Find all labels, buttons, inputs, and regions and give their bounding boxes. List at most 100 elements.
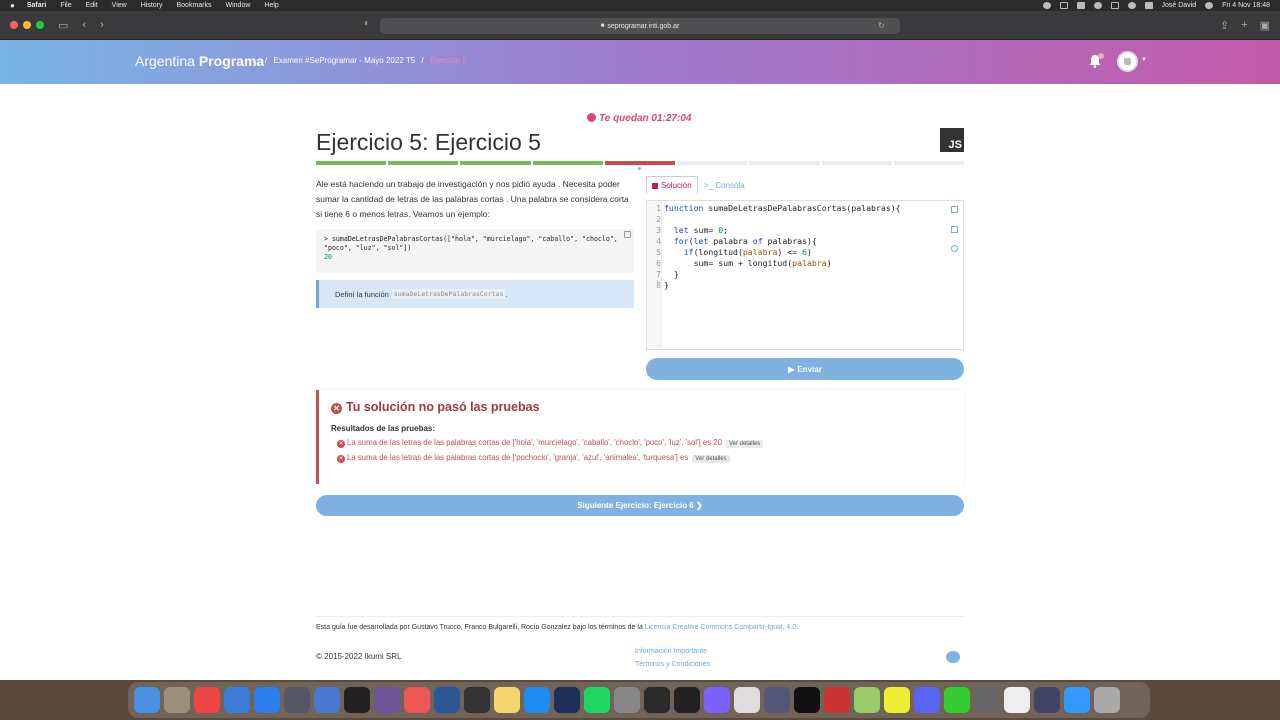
progress-segment[interactable] (821, 161, 892, 165)
dock-app-icon[interactable] (764, 687, 790, 713)
back-icon[interactable]: ‹ (82, 19, 86, 31)
send-button[interactable]: ▶ Enviar (646, 358, 964, 380)
privacy-shield-icon[interactable]: ◐ (364, 18, 370, 29)
dock-app-icon[interactable] (224, 687, 250, 713)
dock-app-icon[interactable] (434, 687, 460, 713)
dock-app-icon[interactable] (404, 687, 430, 713)
fullscreen-icon[interactable] (951, 206, 958, 213)
dock-app-icon[interactable] (914, 687, 940, 713)
dock-app-icon[interactable] (614, 687, 640, 713)
dock-app-icon[interactable] (884, 687, 910, 713)
site-brand[interactable]: Argentina Programa (135, 53, 264, 69)
dock-app-icon[interactable] (974, 687, 1000, 713)
dock-app-icon[interactable] (554, 687, 580, 713)
dock-app-icon[interactable] (464, 687, 490, 713)
wifi-icon[interactable] (1127, 2, 1136, 9)
siri-icon[interactable] (1205, 2, 1214, 9)
tab-console[interactable]: >_ Consola (704, 181, 745, 190)
dock-app-icon[interactable] (794, 687, 820, 713)
sidebar-icon[interactable]: ▭ (58, 19, 68, 32)
dock-app-icon[interactable] (1064, 687, 1090, 713)
details-button[interactable]: Ver detalles (725, 440, 764, 448)
copy-icon[interactable] (624, 231, 631, 238)
dock-app-icon[interactable] (644, 687, 670, 713)
link-info[interactable]: Información Importante (635, 645, 710, 658)
tab-overview-icon[interactable]: ▣ (1260, 19, 1270, 32)
menubar-user[interactable]: José David (1162, 2, 1197, 9)
progress-segment[interactable] (677, 161, 748, 165)
brand-light: Argentina (135, 53, 199, 69)
dock-app-icon[interactable] (1034, 687, 1060, 713)
menu-history[interactable]: History (141, 2, 163, 9)
dock-app-icon[interactable] (854, 687, 880, 713)
share-icon[interactable]: ⇪ (1220, 19, 1229, 32)
dock-app-icon[interactable] (524, 687, 550, 713)
menu-window[interactable]: Window (226, 2, 251, 9)
menu-app-name[interactable]: Safari (27, 2, 46, 9)
progress-segment[interactable] (388, 161, 459, 165)
forward-icon[interactable]: › (100, 19, 104, 31)
progress-segment[interactable] (749, 161, 820, 165)
format-icon[interactable] (951, 226, 958, 233)
dock-app-icon[interactable] (734, 687, 760, 713)
dock-app-icon[interactable] (284, 687, 310, 713)
battery-icon[interactable] (1110, 2, 1119, 9)
new-tab-icon[interactable]: + (1241, 19, 1247, 32)
address-bar[interactable]: ■ seprogramar.inti.gob.ar (380, 18, 900, 34)
control-center-icon[interactable] (1144, 2, 1153, 9)
close-window-button[interactable] (10, 21, 18, 29)
breadcrumb-exam[interactable]: Examen #SeProgramar - Mayo 2022 T5 (273, 56, 415, 65)
dock-app-icon[interactable] (374, 687, 400, 713)
example-result: 20 (324, 253, 332, 261)
browser-toolbar: ▭ ‹ › ◐ ■ seprogramar.inti.gob.ar ↻ ⇪ + … (0, 11, 1280, 40)
dock-app-icon[interactable] (494, 687, 520, 713)
dock-app-icon[interactable] (164, 687, 190, 713)
details-button[interactable]: Ver detalles (692, 455, 730, 463)
license-link[interactable]: Licencia Creative Commons Compartir-Igua… (645, 624, 796, 631)
status-icon[interactable] (1059, 2, 1068, 9)
menu-edit[interactable]: Edit (86, 2, 98, 9)
menu-file[interactable]: File (60, 2, 71, 9)
dock-app-icon[interactable] (824, 687, 850, 713)
status-icon[interactable] (1093, 2, 1102, 9)
progress-segment[interactable] (604, 161, 676, 165)
progress-segment[interactable] (316, 161, 387, 165)
link-terms[interactable]: Términos y Condiciones (635, 658, 710, 671)
dock-app-icon[interactable] (194, 687, 220, 713)
menubar-datetime[interactable]: Fri 4 Nov 18:48 (1222, 2, 1270, 9)
notification-badge (1098, 53, 1104, 59)
reset-icon[interactable] (951, 245, 958, 252)
status-icon[interactable] (1042, 2, 1051, 9)
lock-icon: ■ (600, 23, 605, 29)
menu-help[interactable]: Help (264, 2, 278, 9)
code-editor[interactable]: 1 function sumaDeLetrasDePalabrasCortas(p… (646, 200, 964, 350)
exercise-progress (316, 161, 964, 165)
dock-app-icon[interactable] (254, 687, 280, 713)
tab-solution[interactable]: Solución (646, 176, 698, 194)
reload-icon[interactable]: ↻ (878, 21, 885, 30)
progress-segment[interactable] (460, 161, 531, 165)
menu-view[interactable]: View (112, 2, 127, 9)
next-exercise-button[interactable]: Siguiente Ejercicio: Ejercicio 6 ❯ (316, 495, 964, 516)
dock-app-icon[interactable] (674, 687, 700, 713)
dock-app-icon[interactable] (134, 687, 160, 713)
result-title-text: Tu solución no pasó las pruebas (346, 400, 540, 414)
dock-app-icon[interactable] (1094, 687, 1120, 713)
user-avatar[interactable] (1117, 51, 1138, 72)
chevron-down-icon[interactable]: ▼ (1141, 57, 1147, 63)
status-icon[interactable] (1076, 2, 1085, 9)
progress-segment[interactable] (532, 161, 603, 165)
progress-segment[interactable] (893, 161, 964, 165)
dock-app-icon[interactable] (704, 687, 730, 713)
error-icon: ✕ (331, 403, 342, 414)
apple-icon[interactable]: ● (10, 1, 15, 10)
zoom-window-button[interactable] (36, 21, 44, 29)
dock-app-icon[interactable] (1004, 687, 1030, 713)
dock-app-icon[interactable] (584, 687, 610, 713)
dock-app-icon[interactable] (344, 687, 370, 713)
minimize-window-button[interactable] (23, 21, 31, 29)
dock-app-icon[interactable] (314, 687, 340, 713)
youtube-icon[interactable] (946, 651, 960, 663)
dock-app-icon[interactable] (944, 687, 970, 713)
menu-bookmarks[interactable]: Bookmarks (176, 2, 211, 9)
